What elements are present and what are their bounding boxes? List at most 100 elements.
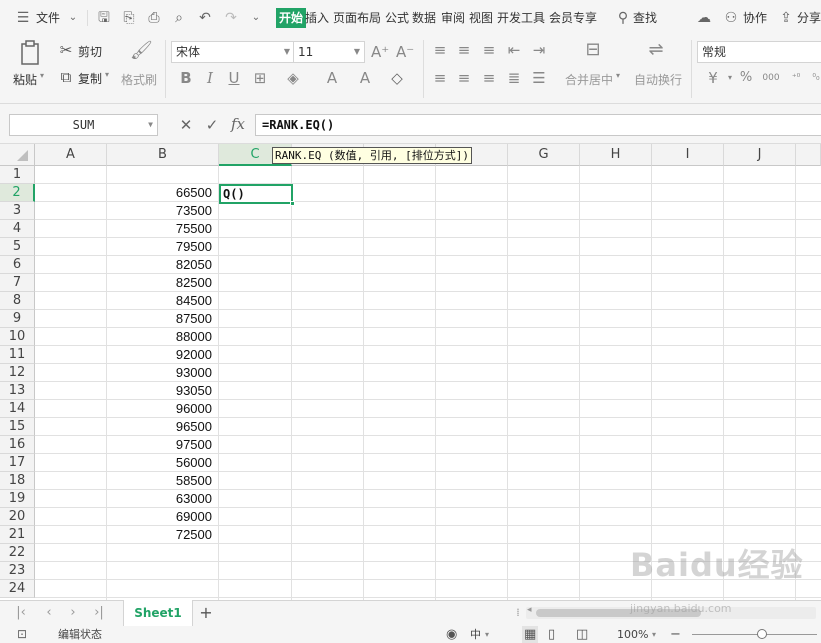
currency-icon[interactable]: ¥ bbox=[704, 69, 722, 87]
input-method-indicator[interactable]: 中 bbox=[470, 626, 481, 643]
cell-b11[interactable]: 92000 bbox=[107, 346, 212, 364]
font-size-select[interactable]: 11 ▼ bbox=[293, 41, 365, 63]
decrease-font-icon[interactable]: A⁻ bbox=[396, 43, 414, 61]
select-all-corner[interactable] bbox=[0, 144, 35, 166]
row-header-active[interactable]: 2 bbox=[0, 184, 35, 202]
copy-chevron-icon[interactable]: ▾ bbox=[105, 70, 109, 79]
column-header-k[interactable] bbox=[796, 144, 821, 166]
hamburger-menu-icon[interactable]: ☰ bbox=[14, 9, 32, 27]
row-header[interactable]: 16 bbox=[0, 436, 35, 454]
merge-center-button[interactable]: 合并居中 bbox=[565, 71, 613, 88]
cell-b21[interactable]: 72500 bbox=[107, 526, 212, 544]
cloud-icon[interactable]: ☁ bbox=[695, 9, 713, 27]
tab-insert[interactable]: 插入 bbox=[305, 0, 329, 36]
font-color-icon[interactable]: A bbox=[323, 69, 341, 87]
row-header[interactable]: 3 bbox=[0, 202, 35, 220]
column-header-h[interactable]: H bbox=[580, 144, 652, 166]
input-method-chevron-icon[interactable]: ▾ bbox=[485, 626, 489, 643]
cell-b4[interactable]: 75500 bbox=[107, 220, 212, 238]
share-button[interactable]: 分享 bbox=[797, 0, 821, 36]
row-header[interactable]: 12 bbox=[0, 364, 35, 382]
tab-formulas[interactable]: 公式 bbox=[385, 0, 409, 36]
file-menu[interactable]: 文件 bbox=[36, 0, 60, 36]
formula-input[interactable]: =RANK.EQ() bbox=[255, 114, 821, 136]
first-sheet-icon[interactable]: |‹ bbox=[14, 605, 28, 621]
merge-center-icon[interactable]: ⊟ bbox=[584, 41, 602, 59]
cell-b15[interactable]: 96500 bbox=[107, 418, 212, 436]
normal-view-icon[interactable]: ▦ bbox=[522, 626, 539, 643]
format-painter-icon[interactable]: 🖌 bbox=[130, 42, 153, 60]
row-header[interactable]: 20 bbox=[0, 508, 35, 526]
redo-icon[interactable]: ↷ bbox=[222, 9, 240, 27]
font-name-select[interactable]: 宋体 ▼ bbox=[171, 41, 295, 63]
cell-b20[interactable]: 69000 bbox=[107, 508, 212, 526]
align-right-icon[interactable]: ≡ bbox=[480, 69, 498, 87]
split-handle-icon[interactable]: ⁞ bbox=[511, 605, 525, 621]
increase-font-icon[interactable]: A⁺ bbox=[371, 43, 389, 61]
spreadsheet-grid[interactable]: A B C G H I J 1 2 3 4 5 6 7 8 9 10 11 12… bbox=[0, 144, 821, 600]
cell-b8[interactable]: 84500 bbox=[107, 292, 212, 310]
undo-icon[interactable]: ↶ bbox=[196, 9, 214, 27]
tab-review[interactable]: 审阅 bbox=[441, 0, 465, 36]
row-header[interactable]: 7 bbox=[0, 274, 35, 292]
collab-user-icon[interactable]: ⚇ bbox=[722, 9, 740, 27]
insert-function-button[interactable]: fx bbox=[228, 115, 248, 133]
justify-icon[interactable]: ≣ bbox=[505, 69, 523, 87]
zoom-out-icon[interactable]: − bbox=[670, 626, 681, 643]
search-icon[interactable]: ⚲ bbox=[614, 9, 632, 27]
decrease-decimal-icon[interactable]: ⁰₀ bbox=[807, 69, 821, 87]
page-break-view-icon[interactable]: ◫ bbox=[576, 626, 588, 643]
macro-record-icon[interactable]: ⊡ bbox=[17, 626, 27, 643]
row-header[interactable]: 17 bbox=[0, 454, 35, 472]
name-box[interactable]: SUM ▼ bbox=[9, 114, 158, 136]
search-button[interactable]: 查找 bbox=[633, 0, 657, 36]
zoom-chevron-icon[interactable]: ▾ bbox=[652, 626, 656, 643]
bold-icon[interactable]: B bbox=[177, 69, 195, 87]
next-sheet-icon[interactable]: › bbox=[66, 605, 80, 621]
row-header[interactable]: 18 bbox=[0, 472, 35, 490]
horizontal-scrollbar[interactable]: ◂ bbox=[526, 605, 816, 619]
thousands-separator-icon[interactable]: 000 bbox=[760, 69, 782, 87]
cell-b9[interactable]: 87500 bbox=[107, 310, 212, 328]
page-layout-view-icon[interactable]: ▯ bbox=[548, 626, 555, 643]
align-top-icon[interactable]: ≡ bbox=[431, 41, 449, 59]
sheet-tab-sheet1[interactable]: Sheet1 bbox=[123, 600, 193, 626]
font-color-chevron-icon[interactable]: A bbox=[356, 69, 374, 87]
border-icon[interactable]: ⊞ bbox=[251, 69, 269, 87]
column-header-j[interactable]: J bbox=[724, 144, 796, 166]
row-header[interactable]: 19 bbox=[0, 490, 35, 508]
cell-b18[interactable]: 58500 bbox=[107, 472, 212, 490]
column-header-g[interactable]: G bbox=[508, 144, 580, 166]
cell-b13[interactable]: 93050 bbox=[107, 382, 212, 400]
italic-icon[interactable]: I bbox=[201, 69, 219, 87]
wrap-text-icon[interactable]: ⇌ bbox=[647, 41, 665, 59]
row-header[interactable]: 8 bbox=[0, 292, 35, 310]
cell-b10[interactable]: 88000 bbox=[107, 328, 212, 346]
row-header[interactable]: 22 bbox=[0, 544, 35, 562]
column-header-b[interactable]: B bbox=[107, 144, 219, 166]
format-painter-button[interactable]: 格式刷 bbox=[121, 71, 157, 88]
decrease-indent-icon[interactable]: ⇤ bbox=[505, 41, 523, 59]
row-header[interactable]: 4 bbox=[0, 220, 35, 238]
tab-view[interactable]: 视图 bbox=[469, 0, 493, 36]
cut-button[interactable]: 剪切 bbox=[78, 43, 102, 60]
clear-format-icon[interactable]: ◇ bbox=[388, 69, 406, 87]
underline-icon[interactable]: U bbox=[225, 69, 243, 87]
collab-button[interactable]: 协作 bbox=[743, 0, 767, 36]
cell-b14[interactable]: 96000 bbox=[107, 400, 212, 418]
print-icon[interactable]: ⎙ bbox=[145, 9, 163, 27]
row-header[interactable]: 6 bbox=[0, 256, 35, 274]
active-cell-c2[interactable]: Q() bbox=[219, 184, 295, 206]
row-header[interactable]: 21 bbox=[0, 526, 35, 544]
prev-sheet-icon[interactable]: ‹ bbox=[42, 605, 56, 621]
cell-b6[interactable]: 82050 bbox=[107, 256, 212, 274]
cell-b5[interactable]: 79500 bbox=[107, 238, 212, 256]
column-header-i[interactable]: I bbox=[652, 144, 724, 166]
cell-b2[interactable]: 66500 bbox=[107, 184, 212, 202]
cancel-formula-icon[interactable]: ✕ bbox=[177, 116, 195, 134]
fill-handle[interactable] bbox=[290, 201, 295, 206]
align-middle-icon[interactable]: ≡ bbox=[455, 41, 473, 59]
paste-chevron-icon[interactable]: ▾ bbox=[40, 71, 44, 80]
paste-button[interactable]: 粘贴 bbox=[13, 71, 37, 88]
share-icon[interactable]: ⇪ bbox=[777, 9, 795, 27]
